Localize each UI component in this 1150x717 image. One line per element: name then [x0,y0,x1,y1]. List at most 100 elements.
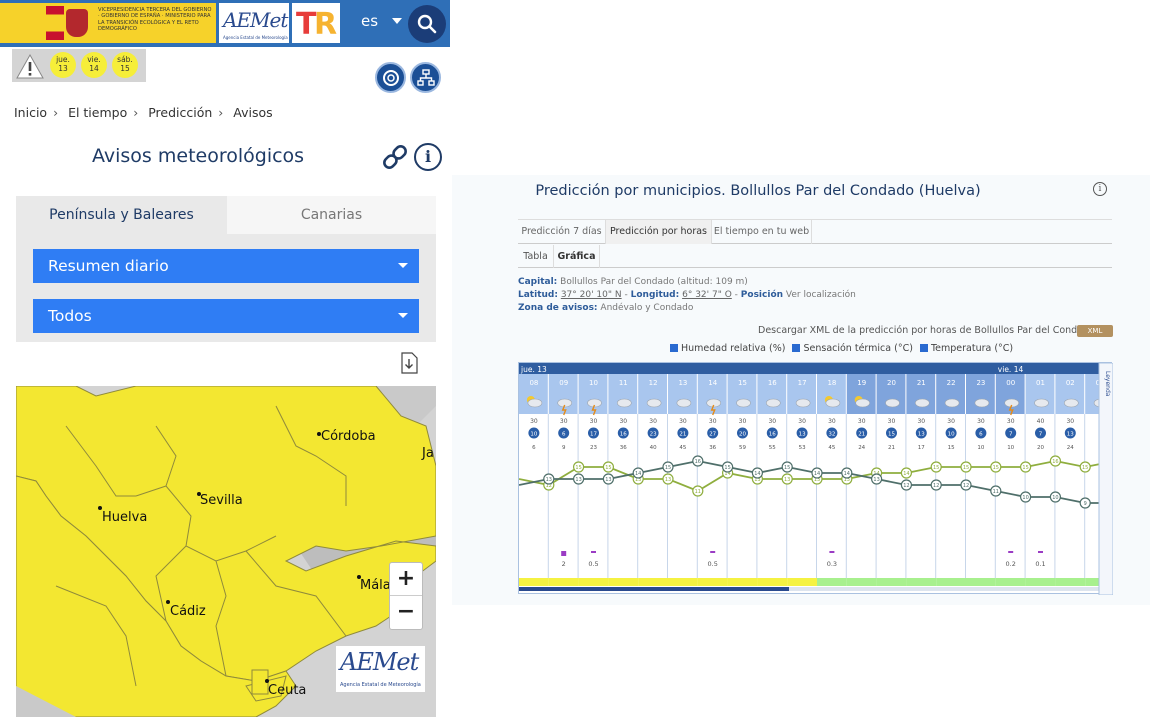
coords-line: Latitud: 37° 20' 10" N - Longitud: 6° 32… [518,289,856,302]
aemet-logo[interactable]: AEMet Agencia Estatal de Meteorología [219,3,289,43]
precip-amount: 0.1 [1035,560,1045,568]
precip-amount: 0.3 [827,560,837,568]
warning-level-bar [787,578,817,586]
scroll-thumb [519,587,789,591]
info-icon[interactable]: i [1093,182,1107,196]
temperature-value: 13 [546,477,552,483]
cloud-icon [914,398,930,408]
warning-level-bar [966,578,996,586]
zoom-out-button[interactable]: − [390,596,422,629]
city-cordoba: Córdoba [321,429,376,444]
day-bubble-1[interactable]: jue. 13 [50,52,76,78]
hour-label: 00 [1006,379,1015,387]
humidity-label: Humedad relativa (%) [681,343,786,354]
view-subtabs: Tabla Gráfica [518,245,1112,268]
info-icon[interactable]: i [414,143,442,171]
warning-days-strip[interactable]: jue. 13 vie. 14 sáb. 15 [12,49,146,82]
warning-level-bar [578,578,609,586]
link-icon[interactable] [380,143,410,171]
search-button[interactable] [408,5,446,43]
tab-peninsula-baleares[interactable]: Península y Baleares [16,196,227,234]
day-label: jue. 13 [520,365,547,374]
hour-label: 09 [559,379,568,387]
precip-probability: 30 [530,418,538,425]
precip-bar [1038,551,1043,553]
breadcrumb-item-home[interactable]: Inicio [14,105,47,120]
zoom-in-button[interactable]: + [390,563,422,596]
tab-7-days[interactable]: Predicción 7 días [518,220,606,244]
temperature-checkbox[interactable] [919,344,928,352]
day-label: vie. 14 [998,365,1024,374]
temperature-value: 14 [754,471,760,477]
zone-value[interactable]: Andévalo y Condado [600,303,693,313]
download-icon[interactable] [400,352,418,374]
cloud-icon [795,398,811,408]
language-selector[interactable]: es [361,12,378,30]
wind-gust: 59 [739,445,746,451]
warning-level-bar [608,578,639,586]
view-location-link[interactable]: Ver localización [786,290,856,300]
precip-amount: 0.2 [1006,560,1016,568]
tr-logo[interactable]: T R [292,3,340,43]
city-huelva: Huelva [102,510,148,525]
cloud-icon [855,398,871,408]
lifebuoy-button[interactable] [375,62,406,93]
breadcrumb-item-weather[interactable]: El tiempo [68,105,127,120]
precip-probability: 40 [1037,418,1045,425]
government-logo[interactable]: Vicepresidencia tercera del gobierno · G… [0,3,216,43]
xml-button[interactable]: XML [1077,325,1113,337]
temperature-value: 14 [635,471,641,477]
subtab-chart[interactable]: Gráfica [554,245,600,268]
tr-logo-r: R [314,7,338,42]
breadcrumb-item-prediction[interactable]: Predicción [148,105,212,120]
tab-canarias[interactable]: Canarias [227,196,436,234]
feels-like-value: 15 [963,465,969,471]
chevron-down-icon[interactable] [392,18,402,24]
tab-widget[interactable]: El tiempo en tu web [712,220,812,244]
spain-flag-icon [46,6,64,40]
download-xml-link[interactable]: Descargar XML de la predicción por horas… [758,325,1095,336]
lon-label: Longitud: [630,290,680,300]
subtab-table[interactable]: Tabla [518,245,554,268]
day-bubble-3[interactable]: sáb. 15 [112,52,138,78]
precip-probability: 30 [858,418,866,425]
filter-select[interactable]: Todos [33,299,419,333]
temperature-value: 16 [695,459,701,465]
warning-level-bar [906,578,937,586]
capital-label: Capital: [518,277,558,287]
hourly-chart-canvas: jue. 13 vie. 14 08 30 10 6 09 30 6 9 2 10 30 17 23 0.5 1… [519,363,1113,595]
temperature-value: 12 [963,483,969,489]
warning-level-bar [1055,578,1086,586]
temperature-value: 11 [993,489,999,495]
sitemap-button[interactable] [410,62,441,93]
wind-gust: 55 [769,445,776,451]
summary-select[interactable]: Resumen diario [33,249,419,283]
feels-like-checkbox[interactable] [792,344,801,352]
wind-gust: 21 [888,445,895,451]
page-title: Avisos meteorológicos [92,145,305,167]
feels-like-value: 16 [1052,459,1058,465]
breadcrumb-item-warnings[interactable]: Avisos [233,105,272,120]
capital-value: Bollullos Par del Condado (altitud: 109 … [560,277,748,287]
hour-label: 11 [619,379,628,387]
day-header-bar [519,363,1113,374]
day-bubble-2[interactable]: vie. 14 [81,52,107,78]
warning-level-bar [668,578,698,586]
feels-like-value: 15 [575,465,581,471]
temperature-value: 14 [844,471,850,477]
feels-like-value: 14 [903,471,909,477]
wind-speed: 10 [530,432,537,438]
hourly-chart[interactable]: jue. 13 vie. 14 08 30 10 6 09 30 6 9 2 10 30 17 23 0.5 1… [518,362,1113,595]
feels-like-value: 15 [605,465,611,471]
warnings-map[interactable]: Córdoba Sevilla Huelva Cádiz Mála Ceuta … [16,386,436,717]
hour-label: 17 [798,379,807,387]
tab-hourly[interactable]: Predicción por horas [606,220,712,244]
hour-label: 01 [1036,379,1045,387]
government-text: Vicepresidencia tercera del gobierno · G… [98,7,212,33]
hour-label: 20 [887,379,896,387]
precip-probability: 30 [739,418,747,425]
humidity-checkbox[interactable] [670,344,678,352]
wind-gust: 20 [1037,445,1044,451]
wind-speed: 21 [679,432,686,438]
lifebuoy-icon [383,70,399,86]
